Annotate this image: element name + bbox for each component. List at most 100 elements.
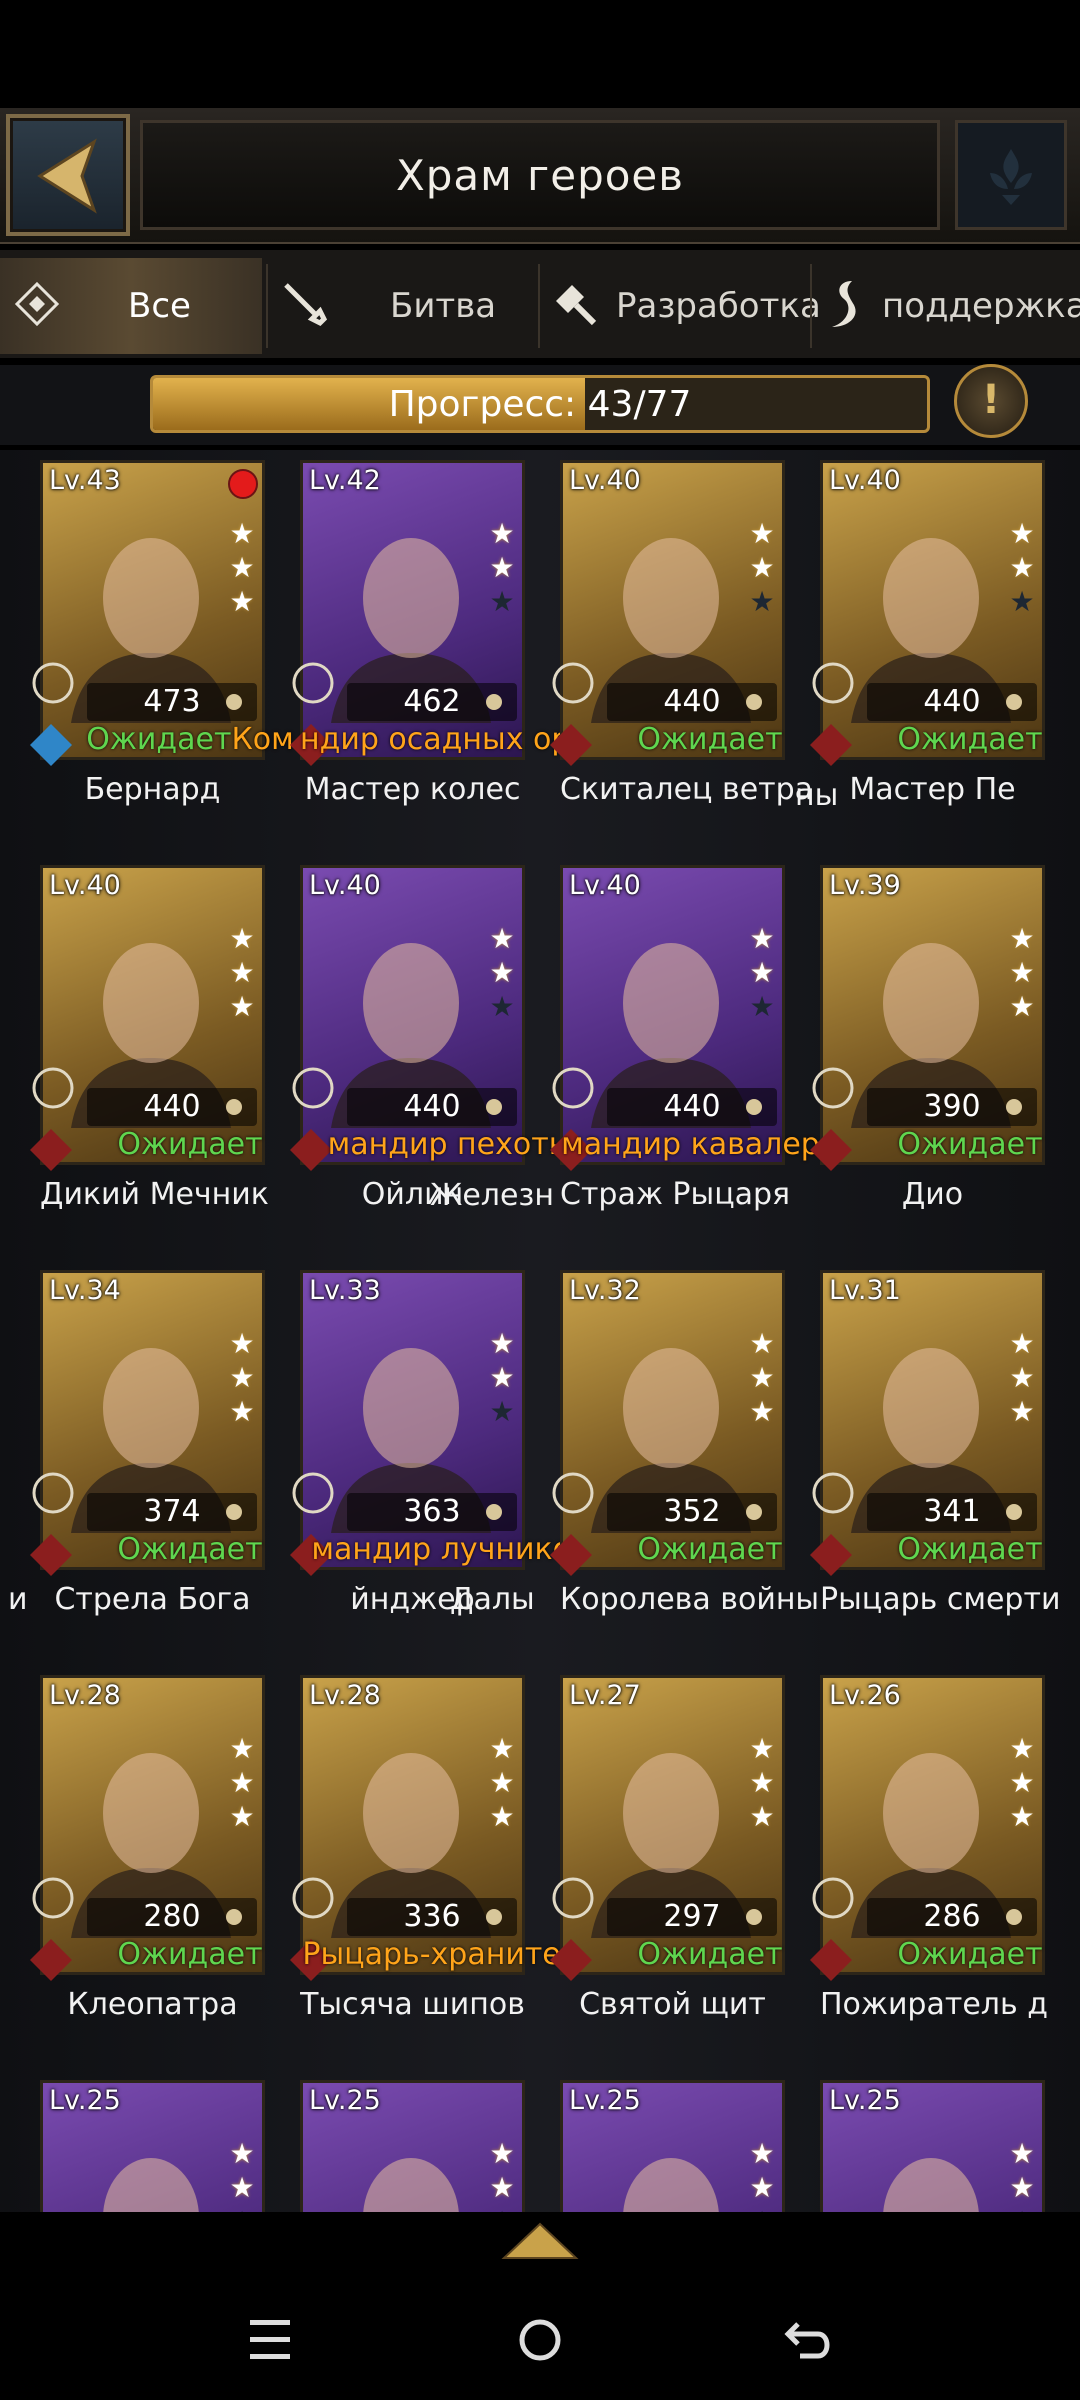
hero-stars: ★★★ [228,924,258,1026]
hero-level: Lv.25 [309,2085,381,2116]
hero-portrait-frame: Lv.39 ★ ★ ★ 390 [820,865,1045,1165]
star-icon: ★ [749,922,775,955]
hero-card[interactable]: Lv.25 ★★★ [560,2080,815,2212]
star-icon: ★ [229,922,255,955]
power-sun-icon [746,1099,762,1115]
hero-card[interactable]: Lv.42 ★ ★ ★ 462 ндир осадных орудий Мастер кол… [290,460,648,860]
hero-card[interactable]: Lv.28 ★ ★ ★ 280 Ожидает Клеопатра [30,1675,295,2075]
hero-portrait-frame: Lv.27 ★ ★ ★ 297 [560,1675,785,1975]
hero-status-text: Ожидает [117,1937,263,1972]
star-icon: ★ [1009,1732,1035,1765]
star-icon: ★ [749,2137,775,2170]
star-icon: ★ [229,551,255,584]
star-icon: ★ [489,2171,515,2204]
star-icon: ★ [1009,990,1035,1023]
tab-development[interactable]: Разработка [544,258,821,354]
nav-home-button[interactable] [510,2310,570,2370]
hero-card[interactable]: Lv.26 ★ ★ ★ 286 Ожидает Пожиратель д [810,1675,1075,2075]
hero-power-value: 440 [663,1089,721,1124]
hero-card[interactable]: Lv.39 ★ ★ ★ 390 Ожидает Дио [810,865,1075,1265]
star-icon: ★ [229,517,255,550]
power-sun-icon [486,694,502,710]
tab-divider [810,264,812,348]
faction-emblem-icon [552,1067,594,1109]
hero-portrait-frame: Lv.28 ★ ★ ★ 336 [300,1675,525,1975]
hero-stars: ★★★ [488,924,518,1026]
hero-card[interactable]: Lv.40 ★ ★ ★ 440 Ожидает Скиталец ветра [550,460,815,860]
tab-all[interactable]: Все [0,258,262,354]
hero-status-text: Ожидает [637,1937,783,1972]
hero-level: Lv.40 [309,870,381,901]
star-icon: ★ [749,517,775,550]
hero-card[interactable]: Lv.33 ★ ★ ★ 363 мандир лучников йнджер [290,1270,589,1670]
hero-card[interactable]: Lv.25★★★ [40,2080,295,2212]
hero-level: Lv.33 [309,1275,381,1306]
progress-row: Прогресс: 43/77 [0,365,1080,445]
hero-card[interactable]: Lv.28 ★ ★ ★ 336 Рыцарь-хранитель Тысяча шипов [290,1675,598,2075]
nav-back-button[interactable] [780,2310,840,2370]
hero-portrait-frame: Lv.25 ★★★ [560,2080,785,2212]
hero-level: Lv.28 [49,1680,121,1711]
hero-card[interactable]: Lv.34 ★ ★ ★ 374 Ожидает Стрела Бога [30,1270,295,1670]
hero-power-value: 440 [403,1089,461,1124]
hero-power-value: 352 [663,1494,721,1529]
emblem-button[interactable] [955,120,1067,230]
status-bar [0,0,1080,108]
hero-card[interactable]: Lv.43 ★ ★ ★ 473 ОжидаетКом Бернард [30,460,295,860]
hero-power-value: 297 [663,1899,721,1934]
hero-name-overflow: и [8,1582,28,1617]
hero-status: Ожидает [820,722,1080,757]
hero-power: 440 [607,683,777,721]
hero-stars: ★★★ [748,519,778,621]
faction-emblem-icon [292,1877,334,1919]
tab-battle[interactable]: Битва [272,258,534,354]
scroll-up-handle[interactable] [500,2220,580,2260]
progress-text: Прогресс: 43/77 [153,384,927,425]
nav-recents-button[interactable] [240,2310,300,2370]
hero-name: Клеопатра [67,1987,238,2022]
hero-card[interactable]: Lv.40 ★ ★ ★ 440 мандир кавалерии Страж Рыцаря [550,865,859,1265]
faction-emblem-icon [32,1472,74,1514]
hero-card[interactable]: Lv.32 ★ ★ ★ 352 Ожидает Королева войны [550,1270,819,1670]
star-icon: ★ [229,1800,255,1833]
hero-power: 440 [87,1088,257,1126]
hero-card[interactable]: Lv.27 ★ ★ ★ 297 Ожидает Святой щит [550,1675,815,2075]
hero-card[interactable]: Lv.25★★★ [820,2080,1075,2212]
exclamation-icon: ! [981,377,1001,423]
hero-portrait-frame: Lv.25★★★ [300,2080,525,2212]
star-icon: ★ [749,1800,775,1833]
hero-card[interactable]: Lv.40 ★ ★ ★ 440 Ожидает Дикий Мечник [30,865,295,1265]
hero-stars: ★★★ [488,519,518,621]
faction-emblem-icon [812,1472,854,1514]
hero-card[interactable]: Lv.31 ★ ★ ★ 341 Ожидает Рыцарь смерти [810,1270,1075,1670]
hero-status-text: Ожидает [637,722,783,757]
power-sun-icon [746,1504,762,1520]
hero-card[interactable]: Lv.25★★★ [300,2080,555,2212]
hero-stars: ★★★ [748,2137,778,2213]
star-icon: ★ [749,1766,775,1799]
hero-card[interactable]: Lv.40 ★ ★ ★ 440 мандир пехоты Ойлин [290,865,572,1265]
hero-power: 390 [867,1088,1037,1126]
recents-icon [250,2320,290,2359]
hero-name: Мастер Пе [849,772,1016,807]
tab-support[interactable]: поддержка [816,258,1080,354]
star-icon: ★ [229,2171,255,2204]
hero-card[interactable]: Lv.40 ★ ★ ★ 440 Ожидает Мастер Пе [810,460,1075,860]
hero-name: Бернард [84,772,221,807]
tab-divider [266,264,268,348]
back-button[interactable] [6,114,130,236]
star-icon: ★ [229,1327,255,1360]
hero-power: 363 [347,1493,517,1531]
hero-portrait [883,2158,979,2212]
hero-level: Lv.28 [309,1680,381,1711]
hero-name: Святой щит [579,1987,766,2022]
hero-level: Lv.40 [569,465,641,496]
info-button[interactable]: ! [954,364,1028,438]
hero-portrait-frame: Lv.25★★★ [820,2080,1045,2212]
hero-name: Скиталец ветра [560,772,814,807]
hero-stars: ★★★ [1008,1734,1038,1836]
hero-power-value: 462 [403,684,461,719]
hero-status-text: Ожидает [117,1532,263,1567]
hero-level: Lv.34 [49,1275,121,1306]
hero-level: Lv.25 [569,2085,641,2116]
